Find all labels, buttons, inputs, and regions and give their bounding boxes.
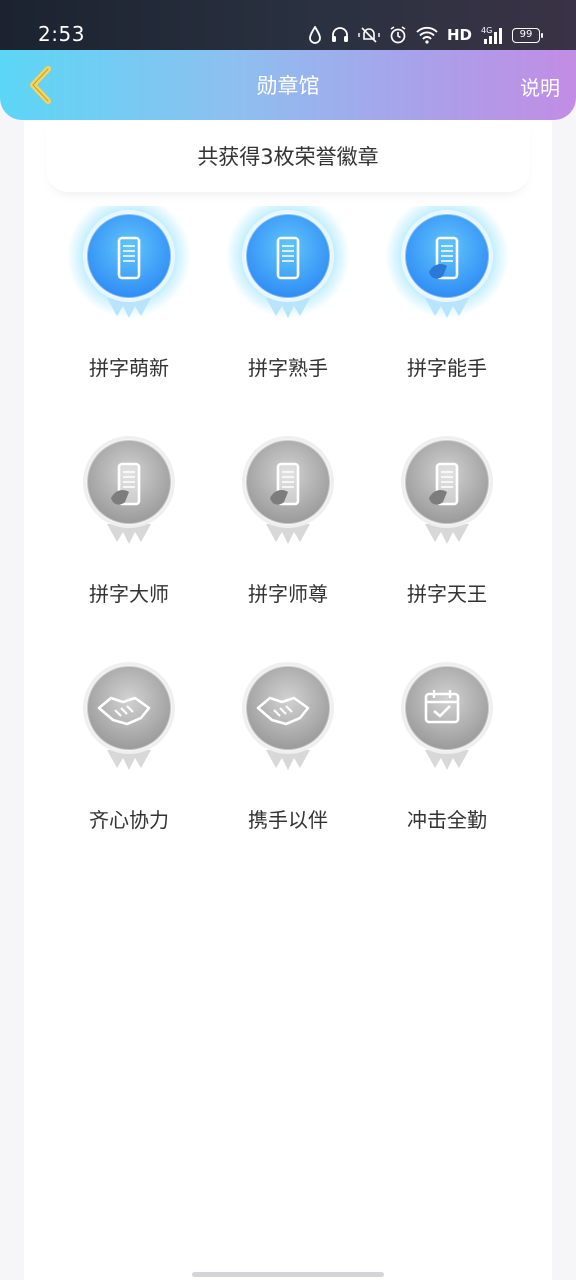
svg-text:4G: 4G [481,26,492,35]
badge-item[interactable]: 携手以伴 [208,658,368,858]
status-time: 2:53 [38,22,85,46]
badge-label: 拼字萌新 [89,356,169,380]
badge-item[interactable]: 拼字能手 [367,206,527,406]
badge-label: 齐心协力 [89,808,169,832]
handshake-icon [242,662,334,770]
network-type: HD [446,26,472,44]
calendar-check-icon [401,662,493,770]
badge-label: 冲击全勤 [407,808,487,832]
handshake-icon [83,662,175,770]
wifi-icon [416,26,438,44]
signal-icon: 4G [481,26,502,44]
summary-text: 共获得3枚荣誉徽章 [197,145,379,169]
badge-item[interactable]: 冲击全勤 [367,658,527,858]
phone-icon [226,206,350,318]
badge-item[interactable]: 拼字萌新 [49,206,209,406]
phone-icon [67,206,191,318]
badge-label: 携手以伴 [248,808,328,832]
badge-label: 拼字能手 [407,356,487,380]
badge-item[interactable]: 拼字师尊 [208,432,368,632]
help-link[interactable]: 说明 [520,72,560,101]
badge-content: 共获得3枚荣誉徽章 拼字萌新 拼字熟手 拼字能手拼字大师 拼字师尊 拼字天王齐心协力 携手… [24,120,552,1280]
summary-banner: 共获得3枚荣誉徽章 [46,120,530,192]
status-icons: HD 4G 99 [308,24,543,46]
phone-hand-icon [242,436,334,544]
badge-label: 拼字天王 [407,582,487,606]
badge-item[interactable]: 齐心协力 [49,658,209,858]
badge-label: 拼字大师 [89,582,169,606]
home-indicator[interactable] [192,1272,384,1277]
headphones-icon [331,27,348,42]
badge-label: 拼字师尊 [248,582,328,606]
phone-hand-icon [401,436,493,544]
phone-hand-icon [385,206,509,318]
drop-icon [309,26,321,44]
battery-icon: 99 [512,27,543,43]
badge-item[interactable]: 拼字大师 [49,432,209,632]
top-nav-bar: 勋章馆 说明 [0,50,576,120]
badge-item[interactable]: 拼字熟手 [208,206,368,406]
phone-hand-icon [83,436,175,544]
page-title: 勋章馆 [256,74,320,98]
mute-bell-icon [358,27,380,43]
badge-item[interactable]: 拼字天王 [367,432,527,632]
alarm-icon [390,26,406,44]
badge-label: 拼字熟手 [248,356,328,380]
